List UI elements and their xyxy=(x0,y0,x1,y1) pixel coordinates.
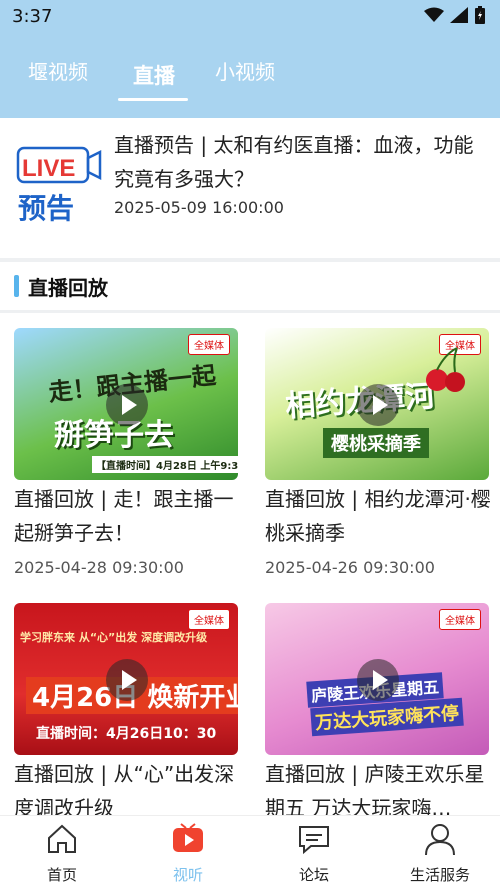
card-title: 直播回放 | 走！跟主播一起掰笋子去！ xyxy=(14,487,234,545)
play-icon xyxy=(106,384,148,426)
live-preview-logo: LIVE 预告 xyxy=(16,146,102,225)
section-accent-bar xyxy=(14,275,19,297)
section-title: 直播回放 xyxy=(28,276,108,300)
thumb-text: 学习胖东来 从“心”出发 深度调改升级 xyxy=(20,631,208,644)
forum-icon xyxy=(299,826,329,855)
nav-forum-label: 论坛 xyxy=(298,866,329,884)
tab-yan-video[interactable]: 堰视频 xyxy=(28,56,88,85)
nav-media[interactable]: 视听 xyxy=(138,822,238,885)
card-thumbnail: 全媒体 庐陵王欢乐星期五 万达大玩家嗨不停 xyxy=(265,603,489,755)
media-badge: 全媒体 xyxy=(188,334,230,355)
top-tabs: 堰视频 直播 小视频 xyxy=(0,48,500,104)
tab-short-video[interactable]: 小视频 xyxy=(215,56,275,85)
card-thumbnail: 全媒体 学习胖东来 从“心”出发 深度调改升级 4月26日 焕新开业 直播时间：… xyxy=(14,603,238,755)
live-preview-item[interactable]: LIVE 预告 直播预告 | 太和有约医直播：血液，功能究竟有多强大？ 2025… xyxy=(0,118,500,258)
bottom-nav: 首页 视听 论坛 生活服务 xyxy=(0,815,500,890)
media-badge: 全媒体 xyxy=(188,609,230,630)
divider xyxy=(0,310,500,313)
tab-live[interactable]: 直播 xyxy=(133,60,175,90)
card-thumbnail: 全媒体 走！跟主播一起 掰笋子去 【直播时间】4月28日 上午9:30 xyxy=(14,328,238,480)
media-badge: 全媒体 xyxy=(439,609,481,630)
video-icon xyxy=(173,823,203,852)
status-time: 3:37 xyxy=(12,6,53,27)
preview-title: 直播预告 | 太和有约医直播：血液，功能究竟有多强大？ xyxy=(114,133,474,191)
play-icon xyxy=(106,659,148,701)
top-header: 3:37 堰视频 直播 小视频 xyxy=(0,0,500,118)
thumb-text: 樱桃采摘季 xyxy=(323,428,429,458)
replay-card[interactable]: 全媒体 庐陵王欢乐星期五 万达大玩家嗨不停 直播回放 | 庐陵王欢乐星期五 万达… xyxy=(265,603,489,825)
preview-logo-text: 预告 xyxy=(18,192,74,225)
nav-media-label: 视听 xyxy=(172,866,203,884)
replay-card[interactable]: 全媒体 走！跟主播一起 掰笋子去 【直播时间】4月28日 上午9:30 直播回放… xyxy=(14,328,238,577)
status-icons xyxy=(424,6,486,24)
preview-date: 2025-05-09 16:00:00 xyxy=(114,198,284,217)
wifi-icon xyxy=(424,7,444,22)
status-bar: 3:37 xyxy=(0,0,500,34)
cherry-icon xyxy=(426,347,465,392)
nav-forum[interactable]: 论坛 xyxy=(264,822,364,885)
battery-icon xyxy=(475,6,485,24)
live-logo-text: LIVE xyxy=(22,155,75,182)
card-title: 直播回放 | 相约龙潭河·樱桃采摘季 xyxy=(265,487,491,545)
play-icon xyxy=(357,384,399,426)
thumb-text: 【直播时间】4月28日 上午9:30 xyxy=(92,456,238,473)
replay-card[interactable]: 全媒体 学习胖东来 从“心”出发 深度调改升级 4月26日 焕新开业 直播时间：… xyxy=(14,603,238,825)
thumb-text: 直播时间：4月26日10：30 xyxy=(36,726,217,742)
nav-home-label: 首页 xyxy=(46,866,77,884)
replay-card[interactable]: 全媒体 相约龙潭河 樱桃采摘季 直播回放 | 相约龙潭河·樱桃采摘季 2025-… xyxy=(265,328,491,577)
card-date: 2025-04-28 09:30:00 xyxy=(14,558,184,577)
home-icon xyxy=(48,824,76,853)
signal-icon xyxy=(450,7,468,23)
play-icon xyxy=(357,659,399,701)
nav-life-services[interactable]: 生活服务 xyxy=(390,822,490,885)
person-icon xyxy=(425,824,455,856)
active-tab-indicator xyxy=(118,98,188,101)
card-thumbnail: 全媒体 相约龙潭河 樱桃采摘季 xyxy=(265,328,489,480)
nav-home[interactable]: 首页 xyxy=(12,822,112,885)
card-date: 2025-04-26 09:30:00 xyxy=(265,558,435,577)
section-header: 直播回放 xyxy=(0,262,500,312)
nav-life-services-label: 生活服务 xyxy=(409,866,470,884)
